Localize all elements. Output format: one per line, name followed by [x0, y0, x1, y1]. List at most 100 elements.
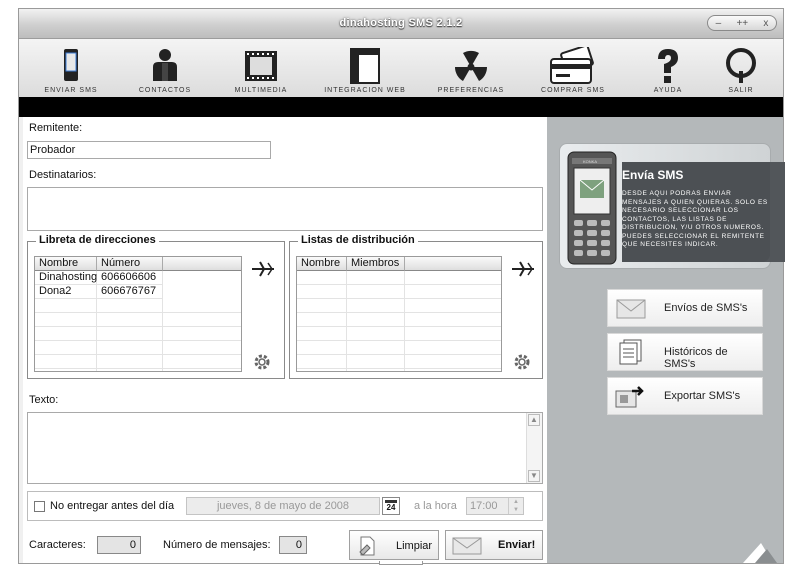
- promo-body: DESDE AQUI PODRAS ENVIAR MENSAJES A QUIE…: [622, 190, 768, 248]
- toolbar-label: SALIR: [728, 87, 754, 94]
- toolbar-label: AYUDA: [653, 87, 683, 94]
- no-entregar-checkbox[interactable]: [34, 501, 45, 512]
- enviar-label: Enviar!: [498, 539, 536, 551]
- maximize-button[interactable]: ++: [736, 18, 748, 29]
- toolbar-label: MULTIMEDIA: [234, 87, 288, 94]
- right-panel: KONKA Envía SMS DESDE AQUI PODRAS ENVIAR…: [547, 117, 785, 563]
- cell-nombre: Dinahosting: [35, 271, 97, 285]
- toolbar-contactos[interactable]: CONTACTOS: [123, 39, 207, 97]
- mensajes-value: 0: [295, 539, 302, 551]
- app-window: dinahosting SMS 2.1.2 – ++ x ENVIAR SMS …: [18, 8, 785, 565]
- time-value: 17:00: [470, 500, 498, 512]
- cell-nombre: Dona2: [35, 285, 97, 299]
- scroll-down-icon[interactable]: ▼: [528, 470, 540, 482]
- calendar-icon[interactable]: 24: [382, 497, 400, 515]
- column-header-miembros[interactable]: Miembros: [347, 257, 405, 271]
- promo-phone-brand: KONKA: [583, 159, 597, 164]
- texto-textarea[interactable]: ▲ ▼: [27, 412, 543, 484]
- time-field[interactable]: 17:00 ▲ ▼: [466, 497, 524, 515]
- toolbar-multimedia[interactable]: MULTIMEDIA: [219, 39, 303, 97]
- remitente-label: Remitente:: [29, 122, 83, 134]
- promo-card: KONKA Envía SMS DESDE AQUI PODRAS ENVIAR…: [559, 143, 785, 269]
- window-controls: – ++ x: [707, 15, 777, 31]
- caracteres-counter: 0: [97, 536, 141, 554]
- toolbar-preferencias[interactable]: PREFERENCIAS: [429, 39, 513, 97]
- mobile-phone-icon: KONKA: [567, 151, 617, 265]
- toolbar-enviar-sms[interactable]: ENVIAR SMS: [29, 39, 113, 97]
- main-toolbar: ENVIAR SMS CONTACTOS MULTIMEDIA INTEGRAC…: [19, 39, 783, 97]
- window-title: dinahosting SMS 2.1.2: [339, 17, 463, 29]
- toolbar-label: PREFERENCIAS: [437, 87, 505, 94]
- caracteres-value: 0: [129, 539, 136, 551]
- credit-card-icon: [550, 47, 594, 84]
- hour-label: a la hora: [414, 500, 457, 512]
- enviar-button[interactable]: Enviar!: [445, 530, 543, 560]
- minimize-button[interactable]: –: [716, 18, 722, 29]
- phone-icon: [64, 49, 78, 81]
- toolbar-divider: [19, 97, 783, 117]
- mensajes-label: Número de mensajes:: [163, 539, 271, 551]
- export-icon: [615, 386, 644, 408]
- time-spinner[interactable]: ▲ ▼: [508, 498, 523, 514]
- toolbar-comprar-sms[interactable]: COMPRAR SMS: [531, 39, 615, 97]
- libreta-group: Libreta de direcciones Nombre Número Din…: [27, 234, 285, 379]
- toolbar-label: CONTACTOS: [138, 87, 192, 94]
- limpiar-button[interactable]: Limpiar: [349, 530, 439, 560]
- listas-table[interactable]: Nombre Miembros: [296, 256, 502, 372]
- web-page-icon: [350, 48, 380, 84]
- toolbar-label: ENVIAR SMS: [44, 87, 98, 94]
- exportar-sms-button[interactable]: Exportar SMS's: [607, 377, 763, 415]
- historicos-sms-label: Históricos de SMS's: [664, 346, 728, 370]
- column-header-nombre[interactable]: Nombre: [35, 257, 97, 271]
- question-icon: [658, 49, 678, 83]
- textarea-scrollbar[interactable]: ▲ ▼: [526, 413, 542, 483]
- table-grid-lines: [35, 299, 241, 371]
- table-grid-lines: [297, 271, 501, 371]
- toolbar-ayuda[interactable]: AYUDA: [637, 39, 699, 97]
- gear-icon[interactable]: [252, 352, 272, 372]
- logo-corner-icon: [743, 543, 777, 563]
- person-icon: [153, 49, 177, 81]
- toolbar-integracion-web[interactable]: INTEGRACION WEB: [315, 39, 415, 97]
- column-header-nombre[interactable]: Nombre: [297, 257, 347, 271]
- remitente-value: Probador: [30, 144, 76, 156]
- toolbar-label: INTEGRACION WEB: [324, 87, 406, 94]
- gear-icon[interactable]: [512, 352, 532, 372]
- exportar-sms-label: Exportar SMS's: [664, 390, 741, 402]
- add-to-recipients-icon[interactable]: [510, 260, 536, 278]
- historicos-sms-button[interactable]: Históricos de SMS's: [607, 333, 763, 371]
- cell-numero: 606676767: [97, 285, 163, 299]
- column-header-empty: [163, 257, 241, 271]
- limpiar-label: Limpiar: [396, 540, 433, 552]
- toolbar-label: COMPRAR SMS: [541, 87, 605, 94]
- date-field[interactable]: jueves, 8 de mayo de 2008: [186, 497, 380, 515]
- envelope-icon: [452, 537, 482, 555]
- radiation-icon: [454, 50, 488, 81]
- film-icon: [245, 51, 277, 81]
- mensajes-counter: 0: [279, 536, 307, 554]
- destinatarios-label: Destinatarios:: [29, 169, 97, 181]
- cell-numero: 606606606: [97, 271, 163, 285]
- sms-form-panel: Remitente: Probador Destinatarios: Libre…: [23, 117, 547, 565]
- envios-sms-button[interactable]: Envíos de SMS's: [607, 289, 763, 327]
- panel-resize-handle[interactable]: [379, 561, 423, 565]
- no-entregar-label: No entregar antes del día: [50, 500, 175, 512]
- column-header-empty: [405, 257, 501, 271]
- title-bar[interactable]: dinahosting SMS 2.1.2 – ++ x: [19, 9, 783, 39]
- listas-group: Listas de distribución Nombre Miembros: [289, 234, 543, 379]
- libreta-title: Libreta de direcciones: [36, 234, 159, 246]
- close-button[interactable]: x: [763, 18, 768, 29]
- texto-label: Texto:: [29, 394, 59, 406]
- date-value: jueves, 8 de mayo de 2008: [216, 500, 350, 512]
- envelope-icon: [616, 299, 646, 319]
- remitente-input[interactable]: Probador: [27, 141, 271, 159]
- destinatarios-input[interactable]: [27, 187, 543, 231]
- listas-title: Listas de distribución: [298, 234, 418, 246]
- add-to-recipients-icon[interactable]: [250, 260, 276, 278]
- promo-title: Envía SMS: [622, 168, 684, 182]
- toolbar-salir[interactable]: SALIR: [711, 39, 771, 97]
- scroll-up-icon[interactable]: ▲: [528, 414, 540, 426]
- caracteres-label: Caracteres:: [29, 539, 86, 551]
- column-header-numero[interactable]: Número: [97, 257, 163, 271]
- libreta-table[interactable]: Nombre Número Dinahosting 606606606 Dona…: [34, 256, 242, 372]
